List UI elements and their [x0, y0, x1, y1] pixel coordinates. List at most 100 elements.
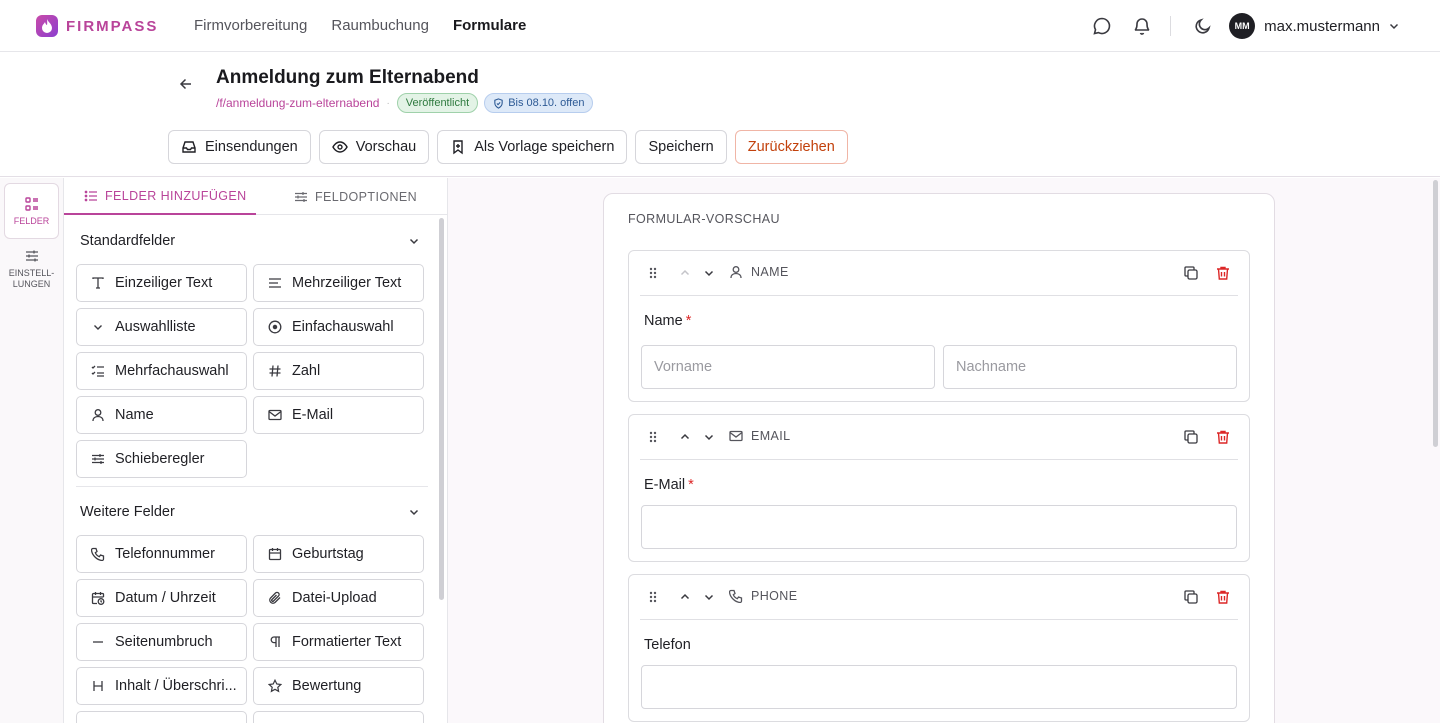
list-checks-icon	[91, 365, 104, 377]
move-down-icon[interactable]	[700, 264, 718, 282]
main-scrollbar[interactable]	[1433, 180, 1438, 447]
save-label: Speichern	[648, 139, 714, 155]
phone-icon	[729, 589, 743, 603]
add-dropdown-button[interactable]: Auswahlliste	[76, 308, 247, 346]
list-icon	[84, 190, 97, 201]
paperclip-icon	[269, 591, 281, 604]
save-button[interactable]: Speichern	[635, 130, 727, 164]
field-card-divider	[640, 295, 1238, 296]
field-type: EMAIL	[729, 429, 791, 443]
user-icon	[730, 266, 742, 279]
flame-logo-icon	[36, 15, 58, 37]
add-multiple-choice-button[interactable]: Mehrfachauswahl	[76, 352, 247, 390]
add-formatted-text-button[interactable]: Formatierter Text	[253, 623, 424, 661]
last-name-input[interactable]: Nachname	[943, 345, 1237, 389]
add-email-button[interactable]: E-Mail	[253, 396, 424, 434]
submissions-label: Einsendungen	[205, 139, 298, 155]
move-down-icon[interactable]	[700, 428, 718, 446]
add-more-field-button[interactable]	[253, 711, 424, 723]
sliders-icon	[25, 250, 38, 262]
back-arrow-icon[interactable]	[176, 74, 196, 94]
duplicate-icon[interactable]	[1182, 428, 1200, 446]
type-icon	[92, 277, 104, 289]
field-type-label: PHONE	[751, 589, 798, 603]
bell-icon[interactable]	[1128, 12, 1156, 40]
mail-icon	[729, 430, 743, 442]
avatar[interactable]: MM	[1229, 13, 1256, 39]
add-number-button[interactable]: Zahl	[253, 352, 424, 390]
field-btn-label: E-Mail	[292, 407, 334, 423]
editor-rail: FELDER EINSTELL- LUNGEN	[0, 178, 64, 723]
duplicate-icon[interactable]	[1182, 264, 1200, 282]
delete-icon[interactable]	[1214, 428, 1232, 446]
add-single-line-text-button[interactable]: Einzeiliger Text	[76, 264, 247, 302]
add-more-field-button[interactable]	[76, 711, 247, 723]
move-down-icon[interactable]	[700, 588, 718, 606]
chat-icon[interactable]	[1088, 12, 1116, 40]
field-btn-label: Mehrfachauswahl	[115, 363, 229, 379]
nav-link-firmvorbereitung[interactable]: Firmvorbereitung	[194, 17, 307, 34]
circle-dot-icon	[268, 320, 282, 334]
add-phone-button[interactable]: Telefonnummer	[76, 535, 247, 573]
field-type-label: NAME	[751, 265, 789, 279]
field-btn-label: Datum / Uhrzeit	[115, 590, 216, 606]
rail-item-fields[interactable]: FELDER	[4, 183, 59, 239]
move-up-icon[interactable]	[676, 428, 694, 446]
status-badge: Veröffentlicht	[396, 93, 479, 113]
add-rating-button[interactable]: Bewertung	[253, 667, 424, 705]
delete-icon[interactable]	[1214, 264, 1232, 282]
brand[interactable]: FIRMPASS	[36, 15, 158, 37]
chevron-down-icon[interactable]	[1388, 20, 1400, 32]
drag-handle-icon[interactable]	[644, 264, 662, 282]
preview-field-phone[interactable]: PHONE Telefon	[628, 574, 1250, 722]
drag-handle-icon[interactable]	[644, 588, 662, 606]
calendar-clock-icon	[91, 592, 105, 605]
tab-field-options[interactable]: FELDOPTIONEN	[256, 178, 447, 215]
field-type-label: EMAIL	[751, 429, 791, 443]
more-fields-header[interactable]: Weitere Felder	[80, 504, 420, 520]
chevron-down-icon	[409, 509, 419, 516]
meta-separator: ·	[386, 97, 390, 109]
move-up-icon[interactable]	[676, 264, 694, 282]
moon-icon[interactable]	[1189, 12, 1217, 40]
preview-button[interactable]: Vorschau	[318, 130, 430, 164]
preview-field-name[interactable]: NAME Name * Vorname Nachname	[628, 250, 1250, 402]
add-datetime-button[interactable]: Datum / Uhrzeit	[76, 579, 247, 617]
email-input[interactable]	[641, 505, 1237, 549]
chevron-down-icon	[94, 325, 102, 330]
withdraw-button[interactable]: Zurückziehen	[734, 130, 848, 164]
form-slug-link[interactable]: /f/anmeldung-zum-elternabend	[216, 96, 379, 110]
first-name-input[interactable]: Vorname	[641, 345, 935, 389]
nav-link-formulare[interactable]: Formulare	[453, 17, 526, 34]
tab-add-fields[interactable]: FELDER HINZUFÜGEN	[64, 178, 256, 215]
phone-icon	[91, 547, 105, 561]
add-multi-line-text-button[interactable]: Mehrzeiliger Text	[253, 264, 424, 302]
field-btn-label: Auswahlliste	[115, 319, 196, 335]
duplicate-icon[interactable]	[1182, 588, 1200, 606]
phone-input[interactable]	[641, 665, 1237, 709]
submissions-button[interactable]: Einsendungen	[168, 130, 311, 164]
username[interactable]: max.mustermann	[1264, 18, 1380, 35]
deadline-badge: Bis 08.10. offen	[484, 93, 594, 113]
add-file-upload-button[interactable]: Datei-Upload	[253, 579, 424, 617]
drag-handle-icon[interactable]	[644, 428, 662, 446]
preview-label: Vorschau	[355, 139, 417, 155]
standard-fields-header[interactable]: Standardfelder	[80, 233, 420, 249]
calendar-icon	[268, 548, 282, 561]
add-birthday-button[interactable]: Geburtstag	[253, 535, 424, 573]
add-single-choice-button[interactable]: Einfachauswahl	[253, 308, 424, 346]
nav-link-raumbuchung[interactable]: Raumbuchung	[331, 17, 429, 34]
move-up-icon[interactable]	[676, 588, 694, 606]
field-btn-label: Einfachauswahl	[292, 319, 394, 335]
chevron-down-icon	[409, 238, 419, 245]
palette-scrollbar[interactable]	[439, 218, 444, 600]
delete-icon[interactable]	[1214, 588, 1232, 606]
preview-field-email[interactable]: EMAIL E-Mail *	[628, 414, 1250, 562]
add-heading-button[interactable]: Inhalt / Überschri...	[76, 667, 247, 705]
rail-item-settings[interactable]: EINSTELL- LUNGEN	[4, 246, 59, 290]
form-actions: Einsendungen Vorschau Als Vorlage speich…	[168, 130, 848, 164]
add-slider-button[interactable]: Schieberegler	[76, 440, 247, 478]
save-template-button[interactable]: Als Vorlage speichern	[437, 130, 628, 164]
add-page-break-button[interactable]: Seitenumbruch	[76, 623, 247, 661]
add-name-button[interactable]: Name	[76, 396, 247, 434]
